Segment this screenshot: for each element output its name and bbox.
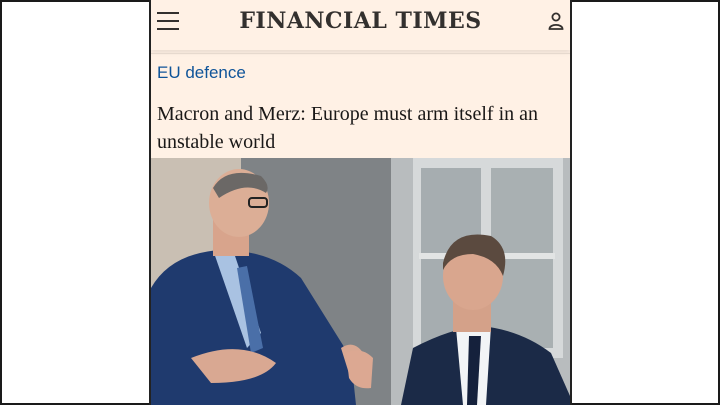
- top-navigation-bar: FINANCIAL TIMES: [151, 0, 570, 50]
- masthead-logo[interactable]: FINANCIAL TIMES: [151, 8, 570, 34]
- divider: [151, 53, 570, 54]
- article-headline[interactable]: Macron and Merz: Europe must arm itself …: [157, 100, 569, 156]
- user-icon[interactable]: [548, 12, 564, 30]
- topic-link[interactable]: EU defence: [157, 63, 246, 83]
- photo-illustration: [151, 158, 570, 405]
- mobile-page: FINANCIAL TIMES EU defence Macron and Me…: [149, 0, 572, 405]
- article-photo[interactable]: [151, 158, 570, 405]
